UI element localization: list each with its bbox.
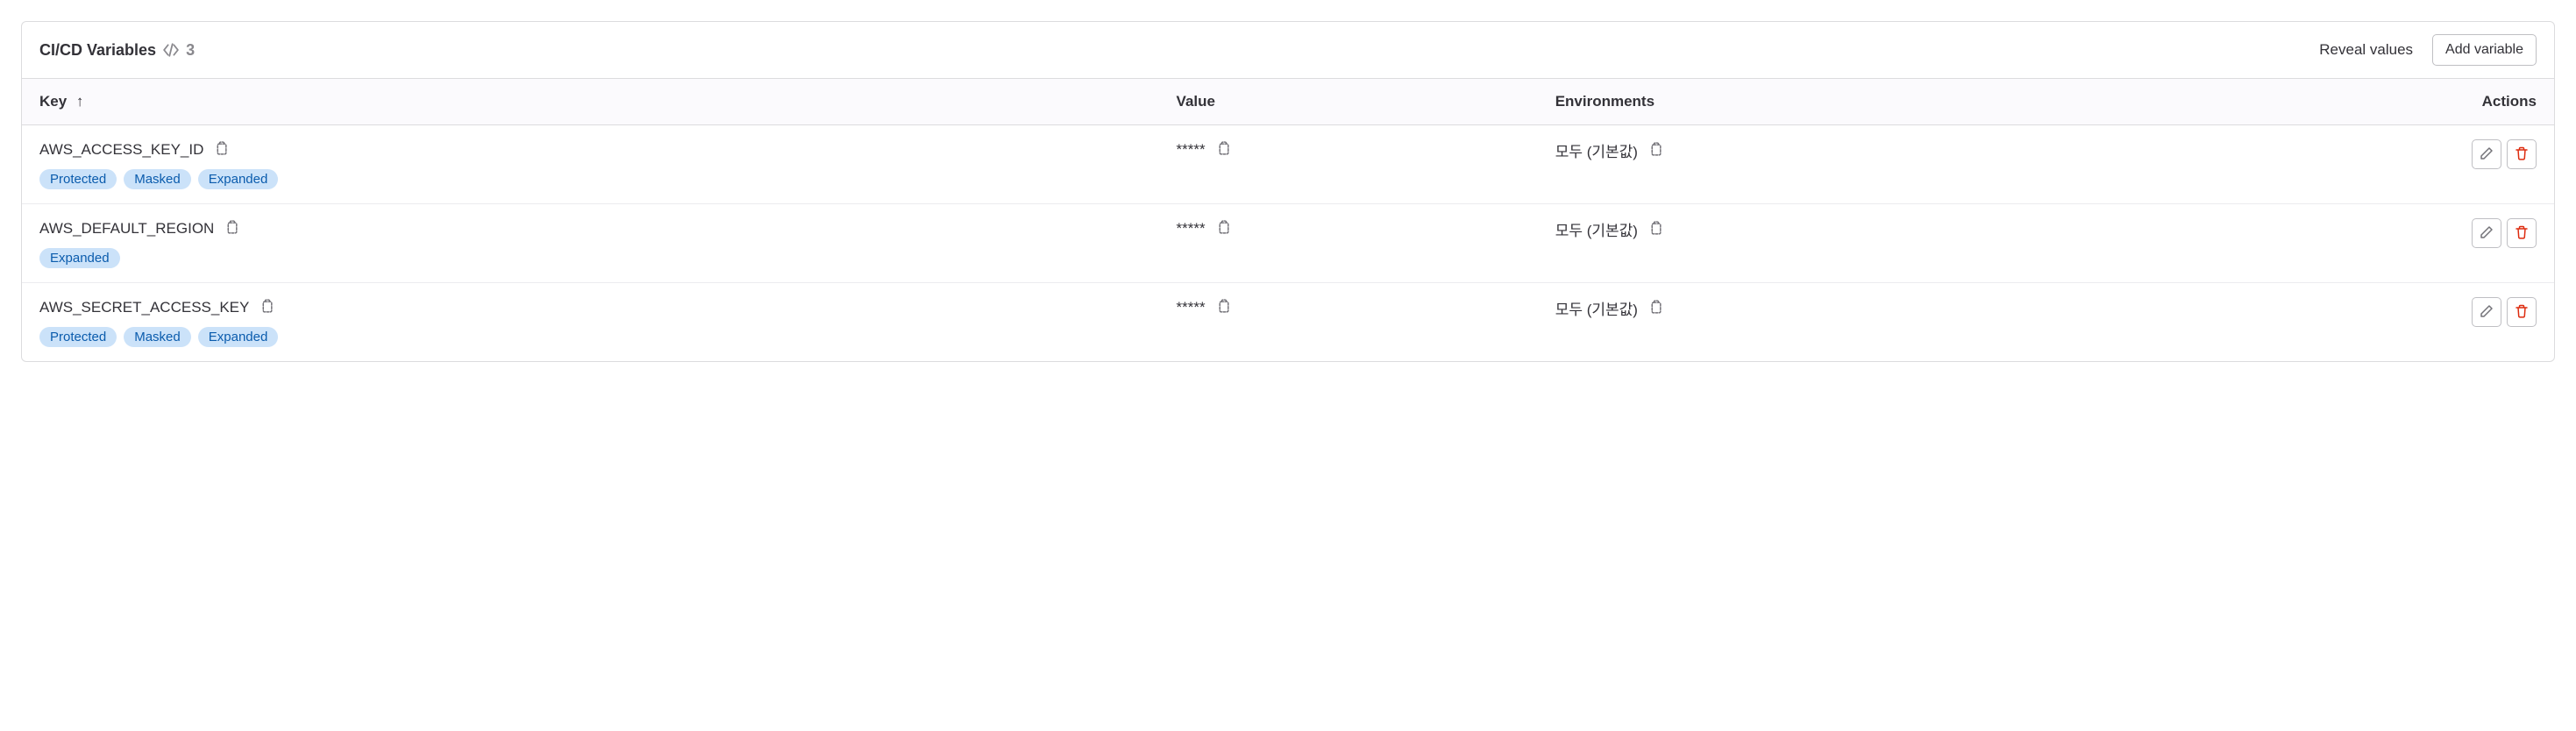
cell-key: AWS_SECRET_ACCESS_KEY Protected Masked Expa…: [22, 283, 1159, 362]
cell-actions: [2139, 204, 2554, 283]
pencil-icon: [2480, 225, 2494, 242]
col-key-label: Key: [39, 93, 67, 110]
cell-key: AWS_ACCESS_KEY_ID Protected Masked Expanded: [22, 125, 1159, 204]
variable-value: *****: [1177, 141, 1206, 159]
clipboard-icon: [1648, 221, 1663, 238]
variable-value: *****: [1177, 220, 1206, 238]
badges: Expanded: [39, 248, 1142, 268]
trash-icon: [2515, 225, 2529, 242]
cell-actions: [2139, 283, 2554, 362]
copy-value-button[interactable]: [1214, 139, 1233, 160]
card-header: CI/CD Variables 3 Reveal values Add vari…: [22, 22, 2554, 78]
variable-environments: 모두 (기본값): [1555, 218, 1638, 240]
pencil-icon: [2480, 304, 2494, 321]
copy-key-button[interactable]: [212, 139, 231, 160]
cell-environments: 모두 (기본값): [1538, 283, 2139, 362]
cell-environments: 모두 (기본값): [1538, 125, 2139, 204]
copy-environments-button[interactable]: [1647, 298, 1665, 319]
clipboard-icon: [1648, 300, 1663, 317]
clipboard-icon: [1216, 220, 1231, 238]
variable-key: AWS_DEFAULT_REGION: [39, 220, 214, 238]
table-row: AWS_ACCESS_KEY_ID Protected Masked Expanded…: [22, 125, 2554, 204]
reveal-values-button[interactable]: Reveal values: [2316, 36, 2416, 64]
trash-icon: [2515, 146, 2529, 163]
copy-environments-button[interactable]: [1647, 219, 1665, 240]
variable-environments: 모두 (기본값): [1555, 297, 1638, 319]
copy-key-button[interactable]: [223, 218, 241, 239]
header-right: Reveal values Add variable: [2316, 34, 2537, 66]
copy-key-button[interactable]: [258, 297, 276, 318]
col-key[interactable]: Key ↑: [22, 79, 1159, 125]
copy-environments-button[interactable]: [1647, 140, 1665, 161]
clipboard-icon: [260, 299, 274, 316]
col-actions-label: Actions: [2482, 93, 2537, 110]
edit-button[interactable]: [2472, 218, 2501, 248]
cell-key: AWS_DEFAULT_REGION Expanded: [22, 204, 1159, 283]
cell-value: *****: [1159, 283, 1538, 362]
table-row: AWS_SECRET_ACCESS_KEY Protected Masked Expa…: [22, 283, 2554, 362]
table-header-row: Key ↑ Value Environments Actions: [22, 79, 2554, 125]
col-value-label: Value: [1177, 93, 1215, 110]
delete-button[interactable]: [2507, 218, 2537, 248]
clipboard-icon: [214, 141, 229, 159]
variables-count: 3: [186, 41, 195, 60]
variable-value: *****: [1177, 299, 1206, 316]
copy-value-button[interactable]: [1214, 297, 1233, 318]
card-title: CI/CD Variables: [39, 41, 156, 60]
cell-value: *****: [1159, 125, 1538, 204]
clipboard-icon: [1648, 142, 1663, 160]
cell-environments: 모두 (기본값): [1538, 204, 2139, 283]
col-actions: Actions: [2139, 79, 2554, 125]
variables-table: Key ↑ Value Environments Actions AWS_ACC…: [22, 78, 2554, 361]
clipboard-icon: [224, 220, 239, 238]
variable-key: AWS_ACCESS_KEY_ID: [39, 141, 203, 159]
variable-environments: 모두 (기본값): [1555, 139, 1638, 161]
badges: Protected Masked Expanded: [39, 327, 1142, 347]
badge-masked: Masked: [124, 327, 191, 347]
cell-value: *****: [1159, 204, 1538, 283]
pencil-icon: [2480, 146, 2494, 163]
code-icon: [163, 42, 179, 58]
variables-card: CI/CD Variables 3 Reveal values Add vari…: [21, 21, 2555, 362]
edit-button[interactable]: [2472, 297, 2501, 327]
delete-button[interactable]: [2507, 297, 2537, 327]
badge-expanded: Expanded: [198, 327, 279, 347]
table-row: AWS_DEFAULT_REGION Expanded ***** 모두 (기본값): [22, 204, 2554, 283]
badge-expanded: Expanded: [198, 169, 279, 189]
add-variable-button[interactable]: Add variable: [2432, 34, 2537, 66]
variable-key: AWS_SECRET_ACCESS_KEY: [39, 299, 249, 316]
badges: Protected Masked Expanded: [39, 169, 1142, 189]
delete-button[interactable]: [2507, 139, 2537, 169]
badge-expanded: Expanded: [39, 248, 120, 268]
clipboard-icon: [1216, 141, 1231, 159]
sort-ascending-icon: ↑: [76, 93, 84, 110]
col-environments-label: Environments: [1555, 93, 1654, 110]
edit-button[interactable]: [2472, 139, 2501, 169]
badge-masked: Masked: [124, 169, 191, 189]
badge-protected: Protected: [39, 327, 117, 347]
badge-protected: Protected: [39, 169, 117, 189]
clipboard-icon: [1216, 299, 1231, 316]
trash-icon: [2515, 304, 2529, 321]
col-environments[interactable]: Environments: [1538, 79, 2139, 125]
col-value[interactable]: Value: [1159, 79, 1538, 125]
cell-actions: [2139, 125, 2554, 204]
copy-value-button[interactable]: [1214, 218, 1233, 239]
header-left: CI/CD Variables 3: [39, 41, 195, 60]
